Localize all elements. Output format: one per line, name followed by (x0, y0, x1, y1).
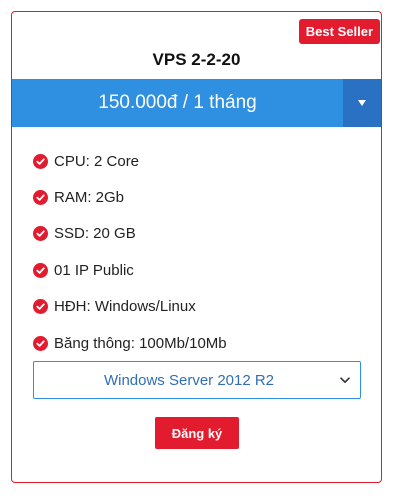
feature-item: RAM: 2Gb (33, 179, 227, 215)
feature-item: SSD: 20 GB (33, 216, 227, 252)
feature-label: CPU: 2 Core (54, 152, 140, 170)
best-seller-badge: Best Seller (298, 19, 380, 44)
feature-item: CPU: 2 Core (33, 143, 227, 179)
register-button[interactable]: Đăng ký (155, 417, 239, 449)
feature-label: RAM: 2Gb (54, 189, 125, 207)
feature-item: 01 IP Public (33, 252, 227, 288)
feature-label: 01 IP Public (54, 261, 134, 279)
caret-down-icon (358, 100, 366, 106)
feature-label: Băng thông: 100Mb/10Mb (54, 334, 227, 352)
os-select[interactable]: Windows Server 2012 R2 (33, 361, 361, 399)
feature-label: HĐH: Windows/Linux (54, 298, 196, 316)
feature-label: SSD: 20 GB (54, 225, 136, 243)
feature-item: Băng thông: 100Mb/10Mb (33, 325, 227, 361)
feature-item: HĐH: Windows/Linux (33, 289, 227, 325)
price-label: 150.000đ / 1 tháng (98, 92, 257, 113)
check-circle-icon (33, 335, 48, 351)
product-card: Best Seller VPS 2-2-20 150.000đ / 1 thán… (11, 11, 382, 483)
feature-list: CPU: 2 Core RAM: 2Gb SSD: 20 GB 01 IP Pu… (33, 143, 227, 361)
check-circle-icon (33, 299, 48, 315)
os-select-value: Windows Server 2012 R2 (103, 371, 275, 389)
price-bar: 150.000đ / 1 tháng (12, 79, 381, 127)
check-circle-icon (33, 262, 48, 278)
price-period-toggle[interactable] (343, 79, 381, 127)
check-circle-icon (33, 190, 48, 206)
chevron-down-icon (330, 376, 360, 384)
plan-title: VPS 2-2-20 (152, 50, 241, 69)
check-circle-icon (33, 226, 48, 242)
check-circle-icon (33, 153, 48, 169)
